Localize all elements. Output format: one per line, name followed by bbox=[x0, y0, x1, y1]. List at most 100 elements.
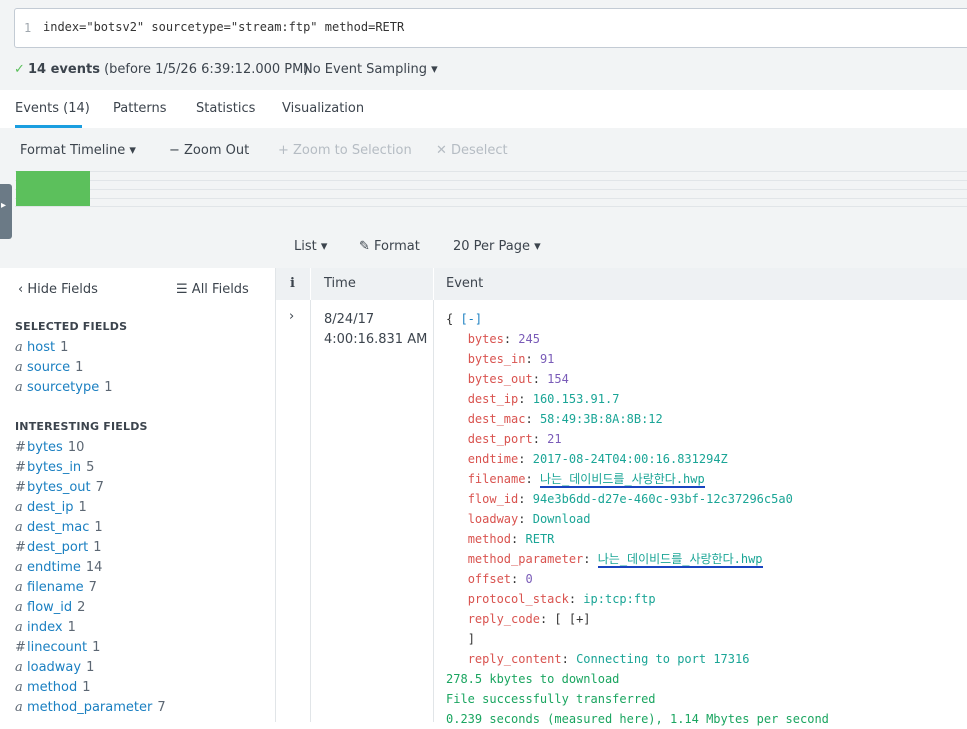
field-endtime[interactable]: a endtime 14 bbox=[15, 560, 102, 575]
json-key[interactable]: method bbox=[468, 532, 511, 546]
json-value[interactable]: 160.153.91.7 bbox=[533, 392, 620, 406]
json-value[interactable]: RETR bbox=[526, 532, 555, 546]
json-field-reply-code: reply_code: [ [+] bbox=[446, 609, 829, 629]
tab-patterns[interactable]: Patterns bbox=[113, 101, 167, 116]
json-field-reply-content: reply_content: Connecting to port 17316 bbox=[446, 649, 829, 669]
field-source[interactable]: a source 1 bbox=[15, 360, 83, 375]
json-field-filename: filename: 나는_데이비드를_사랑한다.hwp bbox=[446, 469, 829, 489]
json-key[interactable]: flow_id bbox=[468, 492, 519, 506]
field-method[interactable]: a method 1 bbox=[15, 680, 91, 695]
format-button[interactable]: ✎ Format bbox=[359, 239, 420, 254]
tab-visualization[interactable]: Visualization bbox=[282, 101, 364, 116]
json-value[interactable]: 2017-08-24T04:00:16.831294Z bbox=[533, 452, 728, 466]
json-key[interactable]: offset bbox=[468, 572, 511, 586]
field-linecount[interactable]: #linecount 1 bbox=[15, 640, 100, 655]
json-value[interactable]: Connecting to port 17316 bbox=[576, 652, 749, 666]
field-sourcetype[interactable]: a sourcetype 1 bbox=[15, 380, 113, 395]
field-method-parameter[interactable]: a method_parameter 7 bbox=[15, 700, 166, 715]
json-value[interactable]: 나는_데이비드를_사랑한다.hwp bbox=[539, 472, 705, 488]
json-key[interactable]: bytes_out bbox=[468, 372, 533, 386]
json-key[interactable]: dest_port bbox=[468, 432, 533, 446]
field-name[interactable]: bytes_out bbox=[27, 480, 91, 495]
format-timeline-button[interactable]: Format Timeline ▾ bbox=[20, 143, 136, 158]
field-name[interactable]: host bbox=[27, 340, 55, 355]
field-name[interactable]: method_parameter bbox=[27, 700, 152, 715]
json-field-loadway: loadway: Download bbox=[446, 509, 829, 529]
column-divider bbox=[310, 268, 311, 300]
json-value[interactable]: Download bbox=[533, 512, 591, 526]
time-column-header[interactable]: Time bbox=[324, 276, 356, 291]
json-value[interactable]: 나는_데이비드를_사랑한다.hwp bbox=[597, 552, 763, 568]
field-name[interactable]: sourcetype bbox=[27, 380, 99, 395]
field-index[interactable]: a index 1 bbox=[15, 620, 76, 635]
line-number: 1 bbox=[24, 21, 32, 35]
json-value[interactable]: 58:49:3B:8A:8B:12 bbox=[540, 412, 663, 426]
list-dropdown[interactable]: List ▾ bbox=[294, 239, 327, 254]
field-filename[interactable]: a filename 7 bbox=[15, 580, 97, 595]
json-value[interactable]: ip:tcp:ftp bbox=[583, 592, 655, 606]
zoom-to-selection-button[interactable]: + Zoom to Selection bbox=[278, 143, 412, 158]
search-query[interactable]: index="botsv2" sourcetype="stream:ftp" m… bbox=[43, 20, 404, 34]
field-bytes-in[interactable]: #bytes_in 5 bbox=[15, 460, 94, 475]
json-value[interactable]: [ [+] bbox=[554, 612, 590, 626]
json-value[interactable]: 154 bbox=[547, 372, 569, 386]
field-name[interactable]: flow_id bbox=[27, 600, 72, 615]
field-count: 7 bbox=[88, 580, 97, 595]
expand-chevron-icon[interactable]: › bbox=[289, 309, 294, 324]
field-dest-port[interactable]: #dest_port 1 bbox=[15, 540, 102, 555]
field-name[interactable]: endtime bbox=[27, 560, 81, 575]
string-type-icon: a bbox=[15, 360, 23, 375]
string-type-icon: a bbox=[15, 520, 23, 535]
field-name[interactable]: bytes bbox=[27, 440, 63, 455]
field-name[interactable]: linecount bbox=[27, 640, 87, 655]
json-key[interactable]: reply_code bbox=[468, 612, 540, 626]
field-name[interactable]: loadway bbox=[27, 660, 81, 675]
all-fields-button[interactable]: ☰ All Fields bbox=[176, 282, 249, 297]
hide-fields-button[interactable]: ‹ Hide Fields bbox=[18, 282, 98, 297]
field-name[interactable]: method bbox=[27, 680, 77, 695]
json-key[interactable]: reply_content bbox=[468, 652, 562, 666]
side-panel-handle[interactable] bbox=[0, 184, 12, 239]
json-key[interactable]: protocol_stack bbox=[468, 592, 569, 606]
json-key[interactable]: endtime bbox=[468, 452, 519, 466]
field-bytes[interactable]: #bytes 10 bbox=[15, 440, 84, 455]
json-key[interactable]: loadway bbox=[468, 512, 519, 526]
deselect-button[interactable]: ✕ Deselect bbox=[436, 143, 508, 158]
field-name[interactable]: dest_mac bbox=[27, 520, 89, 535]
json-bracket: ] bbox=[467, 632, 475, 646]
field-name[interactable]: bytes_in bbox=[27, 460, 81, 475]
json-key[interactable]: bytes bbox=[468, 332, 504, 346]
field-dest-ip[interactable]: a dest_ip 1 bbox=[15, 500, 87, 515]
json-key[interactable]: method_parameter bbox=[468, 552, 584, 566]
json-key[interactable]: bytes_in bbox=[468, 352, 526, 366]
json-value[interactable]: 94e3b6dd-d27e-460c-93bf-12c37296c5a0 bbox=[533, 492, 793, 506]
field-dest-mac[interactable]: a dest_mac 1 bbox=[15, 520, 103, 535]
tab-statistics[interactable]: Statistics bbox=[196, 101, 255, 116]
json-value[interactable]: 0 bbox=[526, 572, 533, 586]
field-loadway[interactable]: a loadway 1 bbox=[15, 660, 94, 675]
json-key[interactable]: dest_mac bbox=[468, 412, 526, 426]
field-name[interactable]: source bbox=[27, 360, 70, 375]
zoom-out-button[interactable]: − Zoom Out bbox=[169, 143, 249, 158]
timeline-bar[interactable] bbox=[16, 171, 90, 206]
field-name[interactable]: index bbox=[27, 620, 63, 635]
field-bytes-out[interactable]: #bytes_out 7 bbox=[15, 480, 104, 495]
field-host[interactable]: a host 1 bbox=[15, 340, 68, 355]
collapse-toggle[interactable]: [-] bbox=[460, 312, 482, 326]
field-name[interactable]: dest_port bbox=[27, 540, 88, 555]
field-name[interactable]: dest_ip bbox=[27, 500, 73, 515]
event-sampling-dropdown[interactable]: No Event Sampling ▾ bbox=[303, 62, 438, 77]
search-input[interactable]: 1 index="botsv2" sourcetype="stream:ftp"… bbox=[14, 8, 967, 48]
json-value[interactable]: 21 bbox=[547, 432, 561, 446]
event-time[interactable]: 8/24/17 4:00:16.831 AM bbox=[324, 310, 427, 350]
field-name[interactable]: filename bbox=[27, 580, 84, 595]
field-flow-id[interactable]: a flow_id 2 bbox=[15, 600, 85, 615]
json-value[interactable]: 91 bbox=[540, 352, 554, 366]
json-key[interactable]: dest_ip bbox=[468, 392, 519, 406]
event-column-header[interactable]: Event bbox=[446, 276, 483, 291]
json-value[interactable]: 245 bbox=[518, 332, 540, 346]
tab-events[interactable]: Events (14) bbox=[15, 101, 90, 116]
per-page-dropdown[interactable]: 20 Per Page ▾ bbox=[453, 239, 541, 254]
interesting-fields-heading: INTERESTING FIELDS bbox=[15, 420, 148, 433]
json-key[interactable]: filename bbox=[468, 472, 526, 486]
